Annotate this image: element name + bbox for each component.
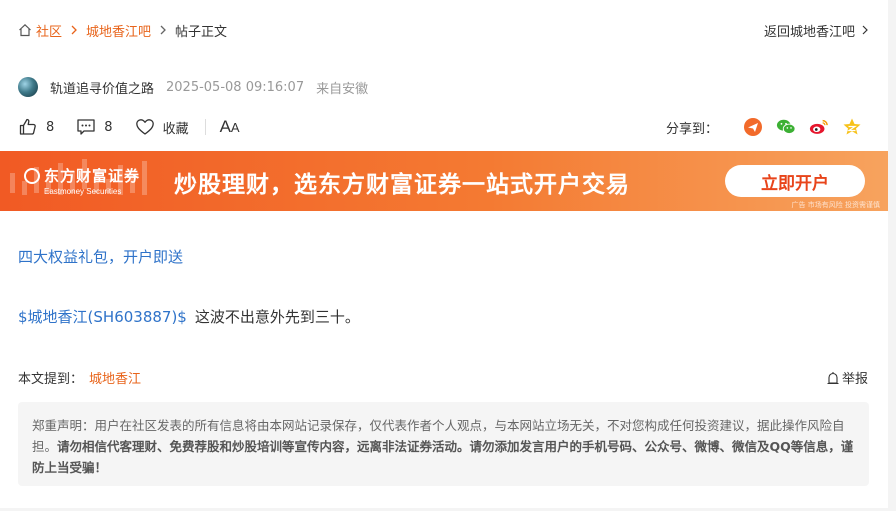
share-paper-plane-icon[interactable] (743, 117, 763, 137)
breadcrumb-community[interactable]: 社区 (36, 21, 62, 40)
author-name[interactable]: 轨道追寻价值之路 (50, 78, 154, 97)
divider (204, 119, 206, 135)
comment-count: 8 (104, 119, 113, 135)
heart-icon (135, 119, 154, 135)
mention-stock-link[interactable]: 城地香江 (89, 372, 141, 387)
author-info: 轨道追寻价值之路 2025-05-08 09:16:07 来自安徽 (18, 76, 368, 98)
share-weibo-icon[interactable] (809, 117, 829, 137)
brand-logo: 东方财富证券 Eastmoney Securities (24, 165, 140, 196)
disclaimer-warning: 请勿相信代客理财、免费荐股和炒股培训等宣传内容，远离非法证券活动。请勿添加发言用… (32, 439, 854, 475)
share-bar: 分享到： (666, 116, 862, 138)
avatar[interactable] (18, 77, 38, 97)
home-icon[interactable] (18, 23, 32, 37)
chevron-right-icon (160, 25, 166, 35)
breadcrumb: 社区 城地香江吧 帖子正文 (18, 20, 227, 40)
report-icon (827, 371, 839, 384)
post-content: $城地香江(SH603887)$ 这波不出意外先到三十。 (18, 306, 360, 327)
back-to-forum-link[interactable]: 返回城地香江吧 (764, 20, 870, 40)
comment-icon (77, 119, 95, 135)
like-count: 8 (46, 119, 55, 135)
breadcrumb-current: 帖子正文 (175, 24, 228, 40)
thumbs-up-icon (19, 118, 36, 135)
report-label: 举报 (841, 372, 868, 387)
ad-disclaimer: 广告 市场有风险 投资需谨慎 (791, 201, 880, 209)
brand-mark-icon (24, 167, 40, 184)
chevron-right-icon (862, 25, 868, 35)
action-bar: 8 8 收藏 AA (18, 116, 262, 138)
promo-link[interactable]: 四大权益礼包，开户即送 (18, 246, 183, 267)
chevron-right-icon (71, 25, 77, 35)
share-wechat-icon[interactable] (776, 117, 796, 137)
favorite-label: 收藏 (162, 121, 189, 137)
favorite-button[interactable]: 收藏 (135, 117, 189, 137)
like-button[interactable]: 8 (18, 117, 54, 137)
breadcrumb-forum[interactable]: 城地香江吧 (86, 21, 151, 40)
brand-name-en: Eastmoney Securities (44, 187, 122, 196)
font-size-large: A (219, 117, 231, 136)
mentioned-stocks: 本文提到： 城地香江 (18, 368, 141, 387)
share-label: 分享到： (665, 121, 718, 137)
disclaimer-box: 郑重声明：用户在社区发表的所有信息将由本网站记录保存，仅代表作者个人观点，与本网… (18, 402, 869, 486)
font-size-button[interactable]: AA (220, 117, 240, 137)
brand-name-cn: 东方财富证券 (44, 167, 141, 185)
share-qzone-icon[interactable] (842, 117, 862, 137)
report-button[interactable]: 举报 (826, 368, 868, 387)
back-link-label: 返回城地香江吧 (763, 24, 855, 40)
post-location: 来自安徽 (316, 81, 369, 97)
post-time: 2025-05-08 09:16:07 (166, 79, 305, 95)
stock-tag-link[interactable]: $城地香江(SH603887)$ (18, 306, 187, 327)
mention-label: 本文提到： (18, 372, 84, 387)
post-card: 社区 城地香江吧 帖子正文 返回城地香江吧 轨道追寻价值之路 2025-05-0… (0, 0, 888, 508)
banner-slogan: 炒股理财，选东方财富证券一站式开户交易 (174, 172, 630, 198)
font-size-small: A (230, 119, 240, 135)
comment-button[interactable]: 8 (76, 117, 113, 137)
ad-banner[interactable]: 东方财富证券 Eastmoney Securities 炒股理财，选东方财富证券… (0, 151, 888, 211)
open-account-button[interactable]: 立即开户 (725, 165, 865, 197)
post-text: 这波不出意外先到三十。 (194, 308, 360, 326)
